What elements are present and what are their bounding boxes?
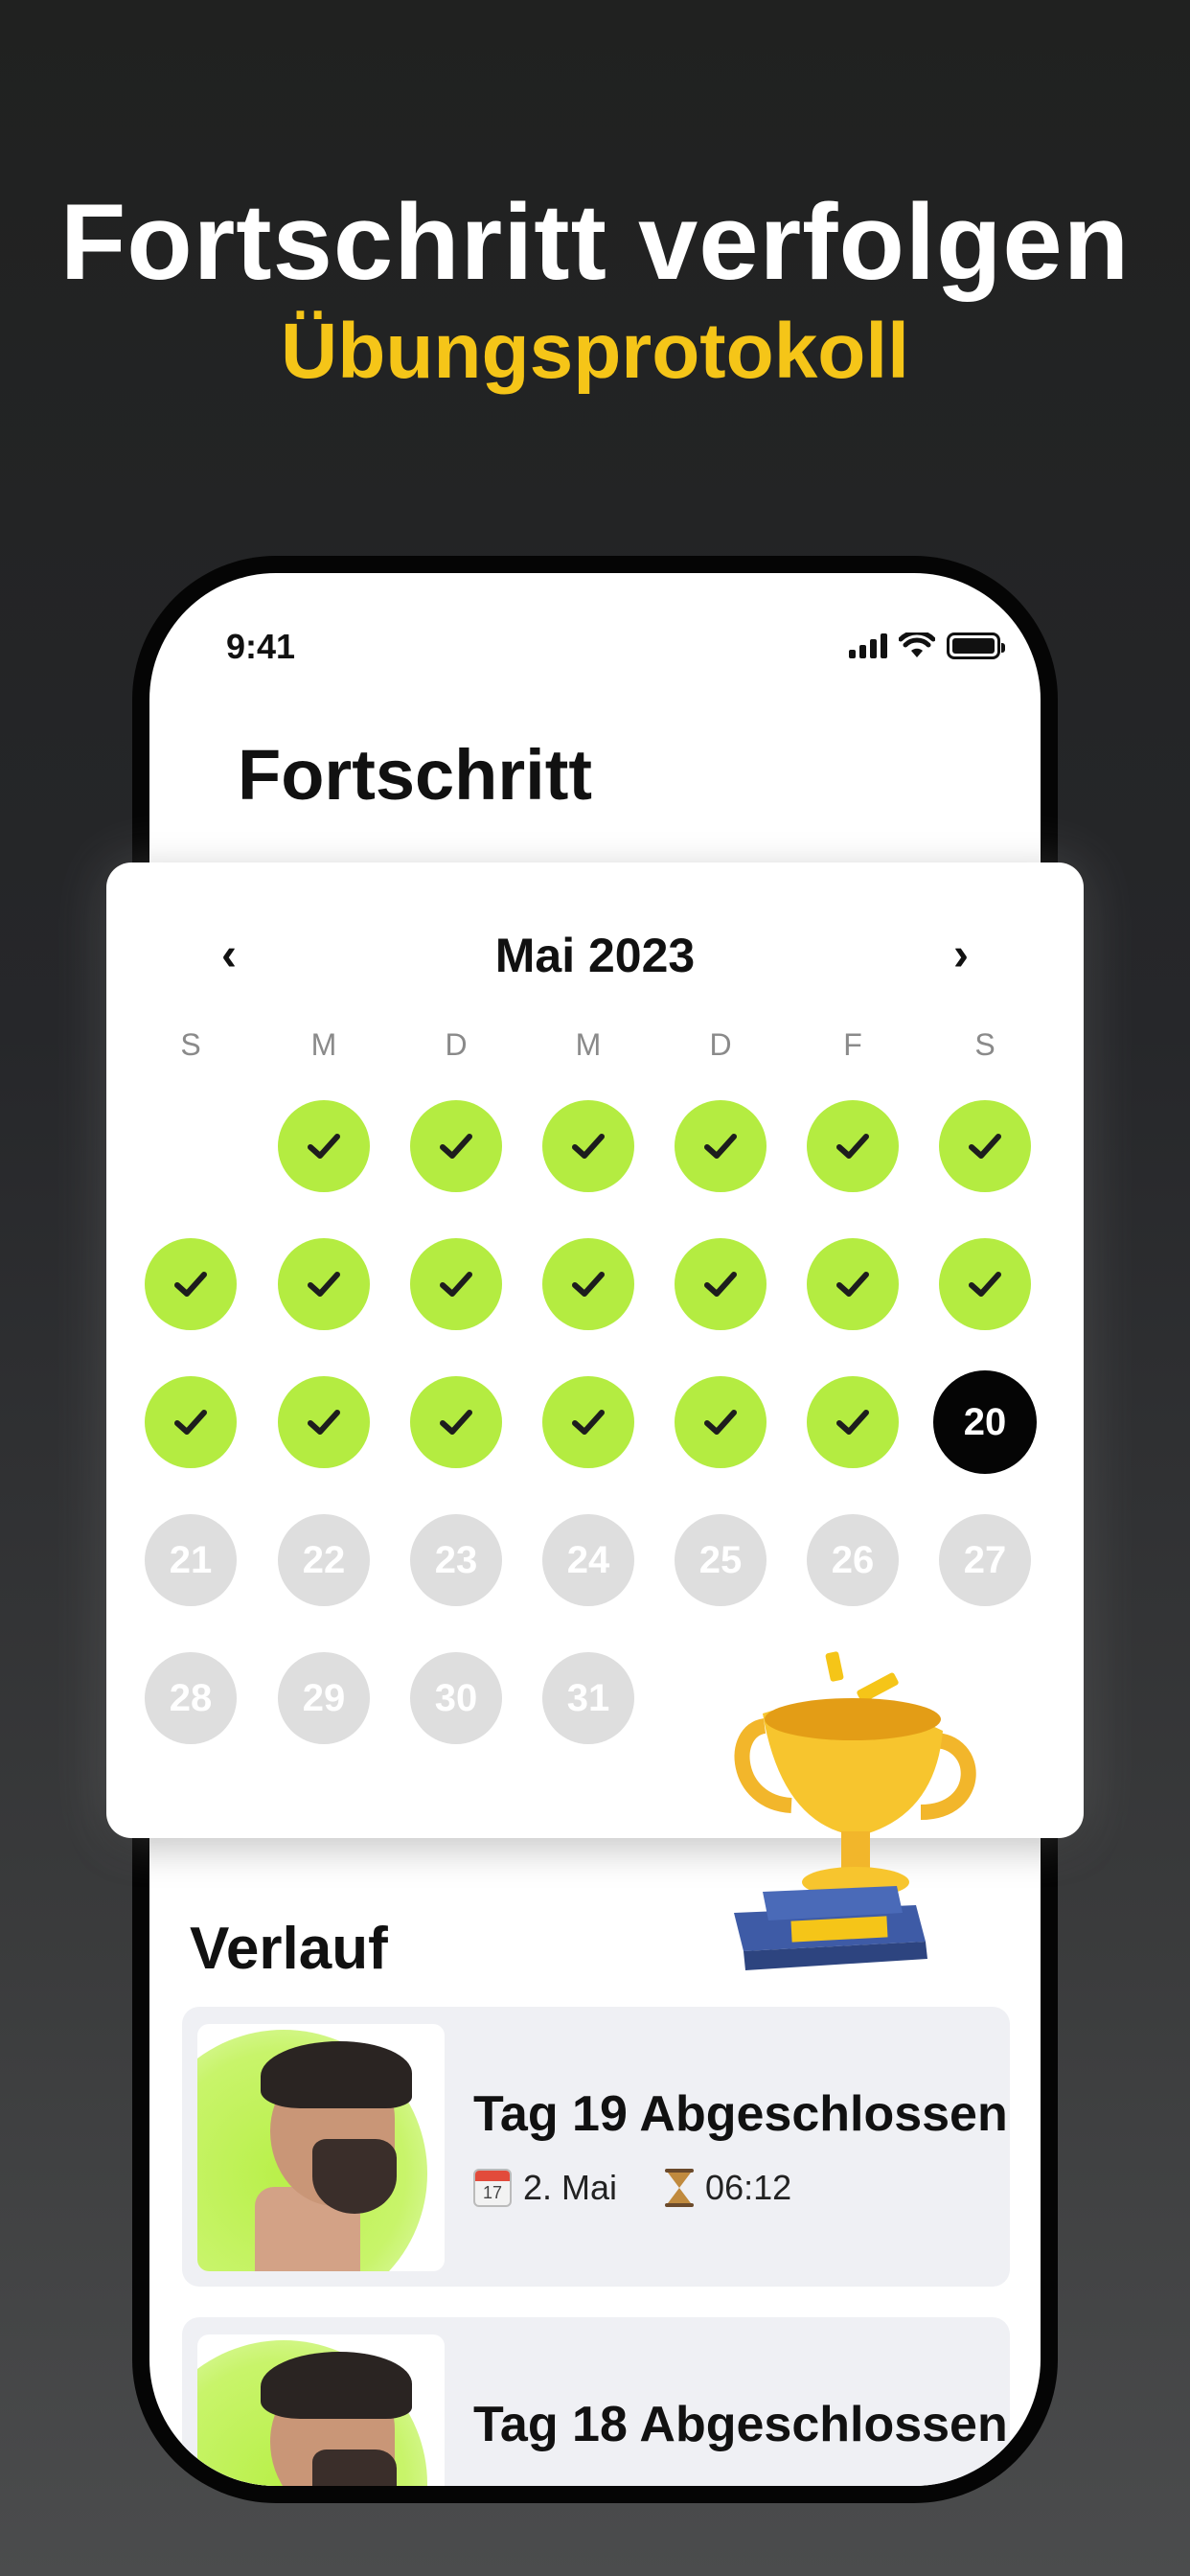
checkmark-icon	[572, 1272, 605, 1297]
calendar-day-completed[interactable]	[939, 1238, 1031, 1330]
calendar-day-completed[interactable]	[807, 1238, 899, 1330]
calendar-day-completed[interactable]	[807, 1100, 899, 1192]
checkmark-icon	[836, 1272, 869, 1297]
checkmark-icon	[174, 1272, 207, 1297]
history-title: Verlauf	[190, 1916, 388, 1982]
cellular-signal-icon	[849, 633, 887, 658]
history-item-meta: 17 2. Mai 06:12	[473, 2168, 791, 2208]
checkmark-icon	[704, 1272, 737, 1297]
calendar-day-completed[interactable]	[675, 1100, 767, 1192]
weekday-label: F	[843, 1027, 862, 1062]
calendar-day-upcoming[interactable]: 27	[939, 1514, 1031, 1606]
checkmark-icon	[572, 1410, 605, 1435]
calendar-day-completed[interactable]	[542, 1376, 634, 1468]
weekday-label: D	[709, 1027, 732, 1062]
calendar-day-upcoming[interactable]: 23	[410, 1514, 502, 1606]
calendar-day-upcoming[interactable]: 26	[807, 1514, 899, 1606]
calendar-day-upcoming[interactable]: 25	[675, 1514, 767, 1606]
history-item[interactable]: Tag 18 Abgeschlossen	[182, 2317, 1010, 2486]
promo-subline: Übungsprotokoll	[281, 308, 909, 395]
calendar-day-today[interactable]: 20	[933, 1370, 1037, 1474]
exercise-photo	[197, 2334, 445, 2486]
calendar-day-completed[interactable]	[278, 1100, 370, 1192]
calendar-day-completed[interactable]	[542, 1238, 634, 1330]
history-item-duration: 06:12	[705, 2168, 792, 2207]
checkmark-icon	[174, 1410, 207, 1435]
calendar-day-completed[interactable]	[410, 1238, 502, 1330]
calendar-day-completed[interactable]	[145, 1238, 237, 1330]
weekday-label: M	[310, 1027, 337, 1062]
status-time: 9:41	[226, 627, 296, 666]
checkmark-icon	[969, 1134, 1001, 1159]
history-item[interactable]: Tag 19 Abgeschlossen 17 2. Mai 06:12	[182, 2007, 1010, 2287]
checkmark-icon	[440, 1134, 472, 1159]
hourglass-icon	[665, 2169, 695, 2207]
trophy-icon	[734, 1651, 976, 1970]
calendar-day-completed[interactable]	[278, 1376, 370, 1468]
checkmark-icon	[308, 1134, 340, 1159]
calendar-day-upcoming[interactable]: 24	[542, 1514, 634, 1606]
calendar-icon: 17	[473, 2169, 512, 2207]
checkmark-icon	[440, 1410, 472, 1435]
status-icons	[849, 629, 1005, 663]
checkmark-icon	[704, 1410, 737, 1435]
history-item-date: 2. Mai	[523, 2168, 618, 2207]
calendar-day-completed[interactable]	[675, 1238, 767, 1330]
weekday-label: M	[575, 1027, 602, 1062]
checkmark-icon	[440, 1272, 472, 1297]
calendar-day-completed[interactable]	[675, 1376, 767, 1468]
weekday-label: S	[974, 1027, 995, 1062]
promo-headline: Fortschritt verfolgen	[59, 182, 1131, 302]
calendar-day-completed[interactable]	[542, 1100, 634, 1192]
checkmark-icon	[572, 1134, 605, 1159]
calendar-day-completed[interactable]	[410, 1376, 502, 1468]
calendar-day-completed[interactable]	[807, 1376, 899, 1468]
page-title: Fortschritt	[238, 735, 592, 815]
calendar-day-completed[interactable]	[410, 1100, 502, 1192]
wifi-icon	[899, 632, 935, 657]
exercise-photo	[197, 2024, 445, 2271]
weekday-header-row: SMDMDFS	[106, 1027, 1084, 1066]
battery-icon	[947, 632, 1005, 659]
checkmark-icon	[836, 1410, 869, 1435]
calendar-day-upcoming[interactable]: 28	[145, 1652, 237, 1744]
calendar-day-completed[interactable]	[145, 1376, 237, 1468]
calendar-header: ‹ Mai 2023 ›	[106, 920, 1084, 987]
checkmark-icon	[969, 1272, 1001, 1297]
weekday-label: S	[180, 1027, 201, 1062]
checkmark-icon	[704, 1134, 737, 1159]
calendar-day-upcoming[interactable]: 30	[410, 1652, 502, 1744]
checkmark-icon	[836, 1134, 869, 1159]
calendar-day-upcoming[interactable]: 21	[145, 1514, 237, 1606]
weekday-label: D	[445, 1027, 468, 1062]
history-item-label: Tag 19 Abgeschlossen	[473, 2086, 1008, 2142]
checkmark-icon	[308, 1272, 340, 1297]
calendar-day-upcoming[interactable]: 29	[278, 1652, 370, 1744]
calendar-day-completed[interactable]	[278, 1238, 370, 1330]
history-item-label: Tag 18 Abgeschlossen	[473, 2397, 1008, 2452]
calendar-day-upcoming[interactable]: 31	[542, 1652, 634, 1744]
next-month-button[interactable]: ›	[934, 928, 988, 981]
calendar-day-completed[interactable]	[939, 1100, 1031, 1192]
checkmark-icon	[308, 1410, 340, 1435]
calendar-day-upcoming[interactable]: 22	[278, 1514, 370, 1606]
